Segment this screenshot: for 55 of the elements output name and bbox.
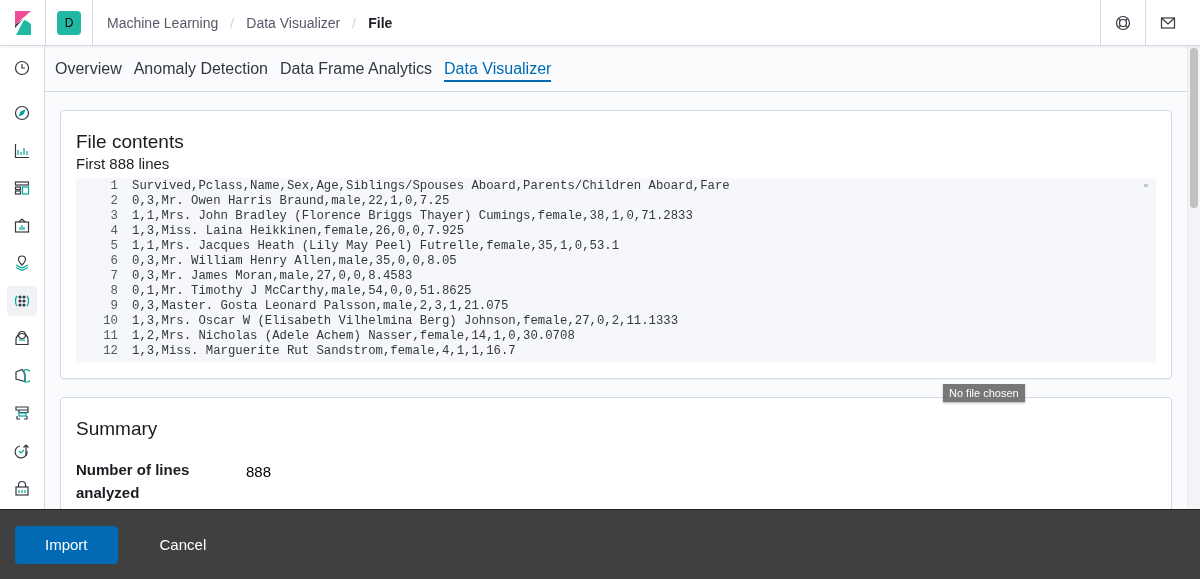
space-avatar[interactable]: D — [57, 10, 81, 35]
code-line: 1,2,Mrs. Nicholas (Adele Achem) Nasser,female,14,1,0,30.0708 — [132, 329, 575, 344]
nav-item[interactable] — [7, 285, 37, 316]
line-number: 8 — [109, 284, 119, 299]
line-number: 7 — [109, 269, 119, 284]
code-line: 1,1,Mrs. John Bradley (Florence Briggs Thayer) Cumings,female,38,1,0,71.2833 — [132, 209, 693, 224]
bar-chart-icon — [14, 142, 30, 159]
lifebuoy-icon — [1115, 14, 1131, 31]
line-number: 10 — [102, 314, 119, 329]
compass-icon — [14, 105, 30, 121]
line-number: 5 — [109, 239, 119, 254]
line-number: 2 — [109, 194, 119, 209]
code-line: 1,3,Mrs. Oscar W (Elisabeth Vilhelmina Berg) Johnson,female,27,0,2,11.1333 — [132, 314, 679, 329]
check-arrow-icon — [14, 442, 30, 459]
line-number: 4 — [109, 224, 119, 239]
code-line: 0,3,Mr. Owen Harris Braund,male,22,1,0,7.25 — [132, 194, 450, 209]
field-label: Number of lines analyzed — [76, 460, 191, 503]
line-number: 3 — [109, 209, 119, 224]
tooltip: No file chosen — [943, 384, 1025, 402]
code-line: 0,1,Mr. Timothy J McCarthy,male,54,0,0,51.8625 — [132, 284, 472, 299]
line-number: 12 — [102, 344, 119, 359]
line-number: 1 — [109, 179, 119, 194]
cancel-button[interactable]: Cancel — [129, 525, 237, 564]
field-value: 888 — [246, 462, 272, 482]
scrollbar-thumb[interactable] — [1190, 48, 1198, 208]
padlock-icon — [14, 480, 30, 496]
tab[interactable]: Data Visualizer — [444, 55, 552, 82]
code-line: 1,3,Miss. Laina Heikkinen,female,26,0,0,7.925 — [132, 224, 465, 239]
line-number: 6 — [109, 254, 119, 269]
breadcrumb[interactable]: Data Visualizer — [246, 14, 341, 31]
map-pin-icon — [14, 255, 30, 271]
tab[interactable]: Data Frame Analytics — [280, 55, 433, 82]
code-line: 1,3,Miss. Marguerite Rut Sandstrom,female,4,1,1,16.7 — [132, 344, 516, 359]
clock-icon — [14, 60, 30, 76]
import-button[interactable]: Import — [15, 525, 118, 564]
fold-marker — [1144, 184, 1148, 187]
code-line: 0,3,Master. Gosta Leonard Palsson,male,2,3,1,21.075 — [132, 299, 509, 314]
tab[interactable]: Overview — [55, 55, 122, 82]
easel-icon — [14, 217, 30, 234]
code-line: 1,1,Mrs. Jacques Heath (Lily May Peel) Futrelle,female,35,1,0,53.1 — [132, 239, 620, 254]
tab[interactable]: Anomaly Detection — [133, 55, 268, 82]
code-line: 0,3,Mr. William Henry Allen,male,35,0,0,8.05 — [132, 254, 457, 269]
app-logo[interactable] — [14, 10, 31, 35]
dashboard-icon — [14, 180, 30, 196]
code-line: 0,3,Mr. James Moran,male,27,0,0,8.4583 — [132, 269, 413, 284]
breadcrumb[interactable]: Machine Learning — [107, 14, 219, 31]
line-number: 9 — [109, 299, 119, 314]
code-line: Survived,Pclass,Name,Sex,Age,Siblings/Spouses Aboard,Parents/Children Aboard,Fare — [132, 179, 730, 194]
line-number: 11 — [102, 329, 119, 344]
line-count-label: First 888 lines — [76, 155, 171, 172]
panel-title: Summary — [76, 418, 159, 440]
panel-title: File contents — [76, 131, 185, 153]
breadcrumb: File — [368, 14, 393, 31]
stacked-bars-icon — [14, 405, 30, 421]
envelope-icon — [1160, 14, 1176, 31]
